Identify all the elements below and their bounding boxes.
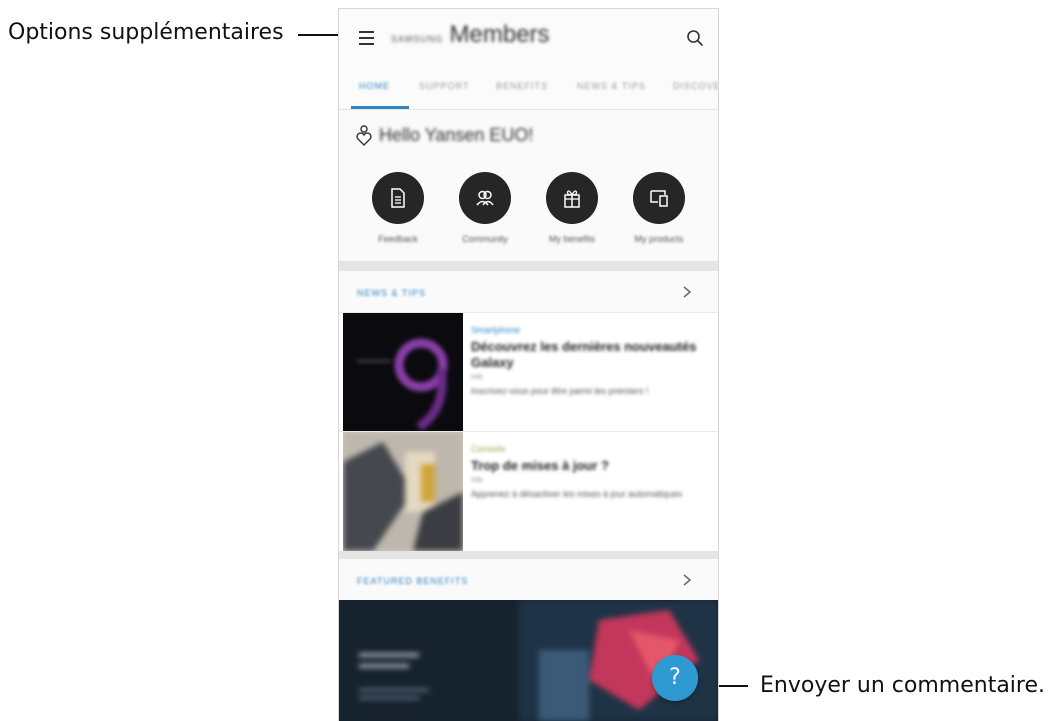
my-products-button[interactable] <box>633 172 685 224</box>
news-item[interactable]: Smartphone Découvrez les dernières nouve… <box>339 312 718 432</box>
feedback-button[interactable] <box>372 172 424 224</box>
search-icon[interactable] <box>686 29 704 47</box>
news-thumbnail <box>343 313 463 432</box>
featured-section-title: FEATURED BENEFITS <box>357 576 469 586</box>
news-item[interactable]: Conseils Trop de mises à jour ? Info App… <box>339 431 718 551</box>
greeting-text: Hello Yansen EUO! <box>379 125 534 145</box>
more-options-callout: Options supplémentaires <box>8 20 284 45</box>
tab-discover[interactable]: DISCOVER <box>673 81 718 91</box>
chevron-right-icon[interactable] <box>682 285 692 299</box>
tab-active-indicator <box>351 106 409 109</box>
news-description: Apprenez à désactiver les mises à jour a… <box>471 489 683 499</box>
tab-support[interactable]: SUPPORT <box>419 81 469 91</box>
news-source: Info <box>471 477 483 484</box>
app-title: SAMSUNG Members <box>391 21 550 49</box>
feedback-label: Feedback <box>378 234 418 244</box>
news-category: Conseils <box>471 444 506 454</box>
send-feedback-callout: Envoyer un commentaire. <box>760 673 1046 698</box>
document-icon <box>391 188 405 208</box>
news-title: Découvrez les dernières nouveautés Galax… <box>471 339 697 370</box>
phone-screen: SAMSUNG Members HOME SUPPORT BENEFITS NE… <box>338 8 719 721</box>
tab-news-tips[interactable]: NEWS & TIPS <box>577 81 646 91</box>
news-category: Smartphone <box>471 325 521 335</box>
section-divider <box>339 551 718 559</box>
gift-icon <box>564 190 580 208</box>
help-fab[interactable]: ? <box>652 655 698 701</box>
app-name: Members <box>449 21 550 48</box>
news-section-header[interactable]: NEWS & TIPS <box>339 271 718 315</box>
devices-icon <box>650 190 668 207</box>
my-products-label: My products <box>634 234 684 244</box>
my-benefits-label: My benefits <box>548 234 596 244</box>
featured-section-header[interactable]: FEATURED BENEFITS <box>339 559 718 600</box>
greeting-card: Hello Yansen EUO! Feedback Community My … <box>339 110 718 260</box>
news-thumbnail <box>343 432 463 551</box>
tab-benefits[interactable]: BENEFITS <box>496 81 548 91</box>
news-source: Info <box>471 374 483 381</box>
community-label: Community <box>462 234 508 244</box>
news-title: Trop de mises à jour ? <box>471 458 609 473</box>
section-divider <box>339 261 718 271</box>
app-bar: SAMSUNG Members <box>339 9 718 67</box>
news-text: Conseils Trop de mises à jour ? Info App… <box>471 444 707 501</box>
news-text: Smartphone Découvrez les dernières nouve… <box>471 325 707 398</box>
news-section-title: NEWS & TIPS <box>357 288 426 298</box>
community-button[interactable] <box>459 172 511 224</box>
news-description: Inscrivez-vous pour être parmi les premi… <box>471 386 649 396</box>
my-benefits-button[interactable] <box>546 172 598 224</box>
person-heart-icon <box>356 125 372 146</box>
help-icon: ? <box>669 665 681 690</box>
menu-icon[interactable] <box>359 31 374 45</box>
app-brand: SAMSUNG <box>391 34 444 44</box>
tab-home[interactable]: HOME <box>359 81 390 91</box>
people-icon <box>476 190 494 206</box>
tab-bar: HOME SUPPORT BENEFITS NEWS & TIPS DISCOV… <box>339 67 718 110</box>
chevron-right-icon[interactable] <box>682 573 692 587</box>
